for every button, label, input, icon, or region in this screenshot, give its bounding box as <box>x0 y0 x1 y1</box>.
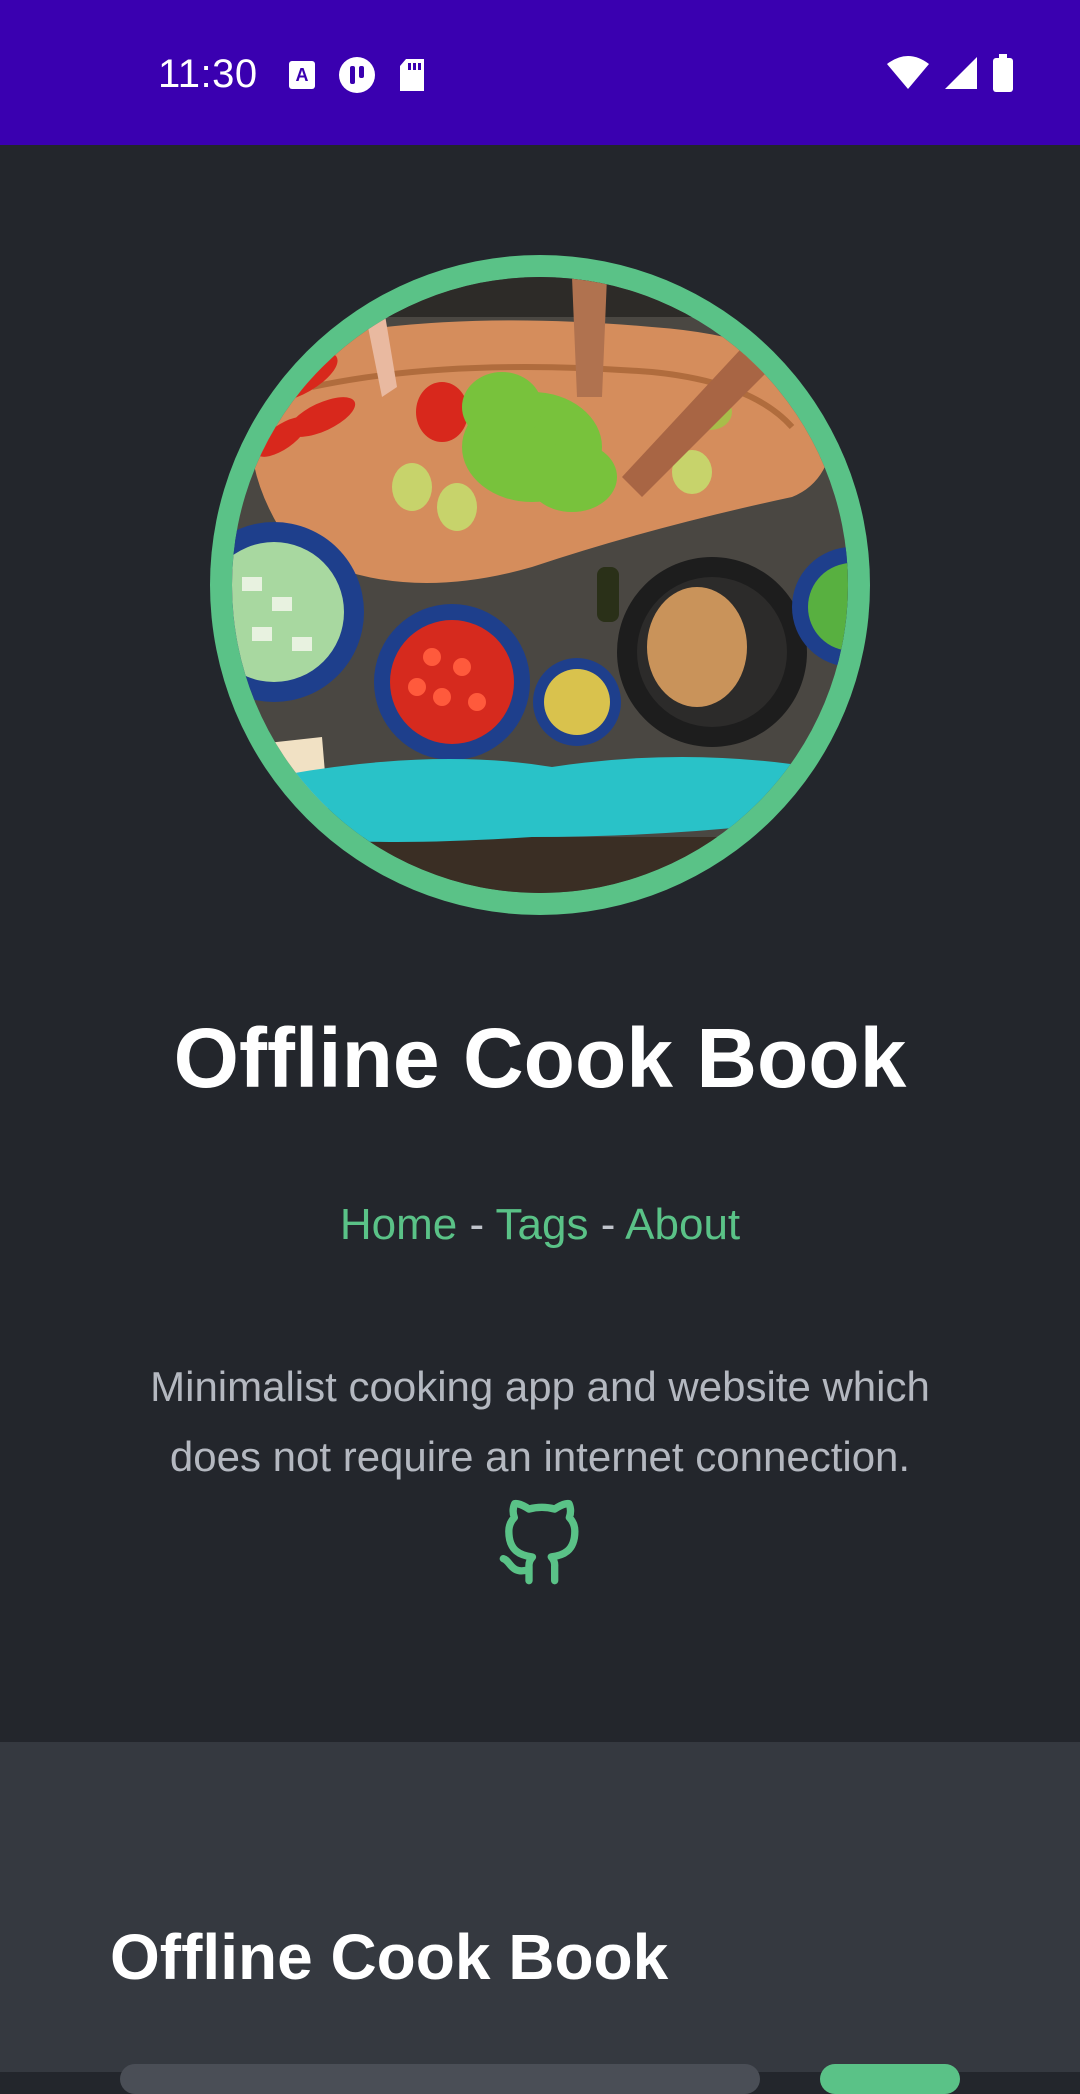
github-icon <box>499 1499 579 1585</box>
food-photo <box>232 277 848 893</box>
sd-card-icon <box>400 59 424 91</box>
github-link[interactable] <box>496 1498 584 1590</box>
status-bar: 11:30 A <box>0 0 1080 145</box>
food-illustration <box>232 277 848 893</box>
svg-text:A: A <box>296 65 309 85</box>
text-a-icon: A <box>289 61 315 89</box>
nav-separator: - <box>588 1200 626 1249</box>
status-left-icons: A <box>288 56 426 94</box>
hero-avatar <box>210 255 870 915</box>
search-input[interactable] <box>120 2064 760 2094</box>
app-title: Offline Cook Book <box>173 1011 907 1105</box>
section-title: Offline Cook Book <box>110 1921 669 1993</box>
battery-icon <box>993 54 1013 92</box>
content-section <box>0 1742 1080 2072</box>
nav-home-link[interactable]: Home <box>340 1200 457 1249</box>
pause-icon <box>339 57 375 93</box>
status-time: 11:30 <box>158 52 258 96</box>
search-button[interactable] <box>820 2064 960 2094</box>
nav-links: Home - Tags - About <box>0 1200 1080 1250</box>
nav-about-link[interactable]: About <box>625 1200 740 1249</box>
nav-tags-link[interactable]: Tags <box>496 1200 589 1249</box>
cell-signal-icon <box>945 57 977 89</box>
status-right-icons <box>886 54 1014 92</box>
nav-separator: - <box>457 1200 496 1249</box>
wifi-icon <box>887 56 929 89</box>
app-description: Minimalist cooking app and website which… <box>150 1363 930 1480</box>
